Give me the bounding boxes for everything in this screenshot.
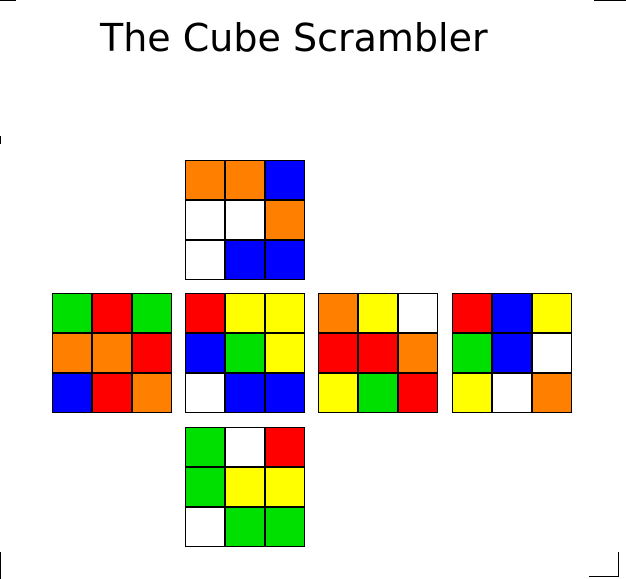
sticker-front-5	[265, 333, 305, 373]
sticker-back-3	[452, 333, 492, 373]
corner-mark-bottom-right-v	[618, 552, 619, 577]
cube-face-right	[318, 293, 438, 413]
sticker-front-6	[185, 373, 225, 413]
cube-face-front	[185, 293, 305, 413]
sticker-up-8	[265, 240, 305, 280]
sticker-back-8	[532, 373, 572, 413]
sticker-left-1	[92, 293, 132, 333]
corner-mark-bottom-left-v	[0, 552, 1, 579]
sticker-front-7	[225, 373, 265, 413]
sticker-up-2	[265, 160, 305, 200]
sticker-back-7	[492, 373, 532, 413]
sticker-back-2	[532, 293, 572, 333]
sticker-down-2	[265, 427, 305, 467]
corner-mark-top-left-v	[0, 136, 1, 144]
cube-face-up	[185, 160, 305, 280]
sticker-up-6	[185, 240, 225, 280]
sticker-back-6	[452, 373, 492, 413]
sticker-down-1	[225, 427, 265, 467]
sticker-left-2	[132, 293, 172, 333]
sticker-left-3	[52, 333, 92, 373]
sticker-up-4	[225, 200, 265, 240]
cube-face-down	[185, 427, 305, 547]
sticker-up-7	[225, 240, 265, 280]
sticker-up-1	[225, 160, 265, 200]
sticker-front-3	[185, 333, 225, 373]
sticker-down-0	[185, 427, 225, 467]
corner-mark-bottom-right-h	[589, 576, 619, 577]
sticker-right-6	[318, 373, 358, 413]
sticker-front-1	[225, 293, 265, 333]
sticker-front-8	[265, 373, 305, 413]
sticker-back-1	[492, 293, 532, 333]
sticker-back-4	[492, 333, 532, 373]
cube-face-left	[52, 293, 172, 413]
sticker-right-3	[318, 333, 358, 373]
sticker-up-3	[185, 200, 225, 240]
sticker-left-6	[52, 373, 92, 413]
sticker-right-1	[358, 293, 398, 333]
sticker-right-8	[398, 373, 438, 413]
sticker-back-5	[532, 333, 572, 373]
sticker-down-7	[225, 507, 265, 547]
sticker-down-8	[265, 507, 305, 547]
sticker-back-0	[452, 293, 492, 333]
sticker-right-7	[358, 373, 398, 413]
page-title: The Cube Scrambler	[100, 16, 488, 60]
sticker-down-3	[185, 467, 225, 507]
sticker-right-0	[318, 293, 358, 333]
cube-face-back	[452, 293, 572, 413]
sticker-front-2	[265, 293, 305, 333]
sticker-right-2	[398, 293, 438, 333]
sticker-up-5	[265, 200, 305, 240]
sticker-front-0	[185, 293, 225, 333]
sticker-left-5	[132, 333, 172, 373]
corner-mark-top-left-h	[0, 0, 16, 1]
sticker-right-5	[398, 333, 438, 373]
sticker-left-7	[92, 373, 132, 413]
corner-mark-top-right-h	[594, 0, 626, 1]
sticker-front-4	[225, 333, 265, 373]
sticker-right-4	[358, 333, 398, 373]
sticker-up-0	[185, 160, 225, 200]
sticker-down-5	[265, 467, 305, 507]
sticker-down-4	[225, 467, 265, 507]
sticker-down-6	[185, 507, 225, 547]
sticker-left-4	[92, 333, 132, 373]
sticker-left-0	[52, 293, 92, 333]
sticker-left-8	[132, 373, 172, 413]
